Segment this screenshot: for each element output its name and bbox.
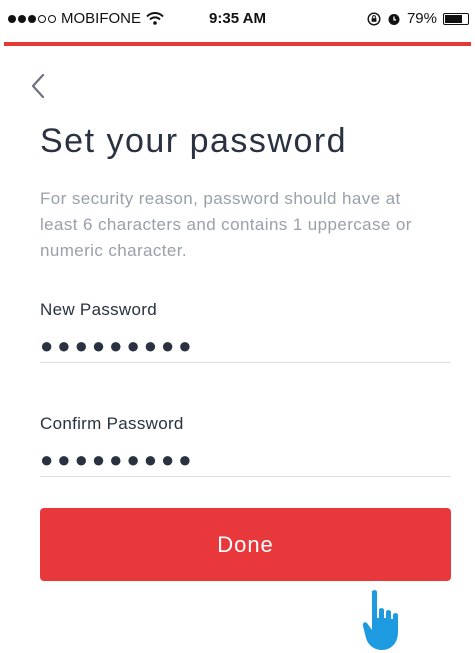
confirm-password-label: Confirm Password: [40, 414, 184, 433]
alarm-icon: [388, 13, 400, 25]
battery-percent: 79%: [406, 10, 437, 27]
rotation-lock-icon: [367, 11, 381, 26]
new-password-field[interactable]: ●●●●●●●●●: [40, 332, 450, 363]
page-title: Set your password: [40, 122, 348, 160]
done-button[interactable]: Done: [40, 508, 451, 581]
chevron-left-icon: [31, 73, 45, 99]
password-requirements-text: For security reason, password should hav…: [40, 189, 412, 260]
status-bar: MOBIFONE 9:35 AM 79%: [0, 0, 475, 40]
battery-icon: [443, 12, 469, 25]
hand-pointer-icon: [362, 590, 398, 650]
status-right: 79%: [367, 10, 469, 27]
battery-fill: [445, 14, 462, 23]
back-button[interactable]: [28, 72, 50, 100]
new-password-label: New Password: [40, 300, 157, 319]
header-divider: [4, 42, 471, 46]
done-button-label: Done: [217, 531, 274, 557]
confirm-password-field[interactable]: ●●●●●●●●●: [40, 446, 450, 477]
